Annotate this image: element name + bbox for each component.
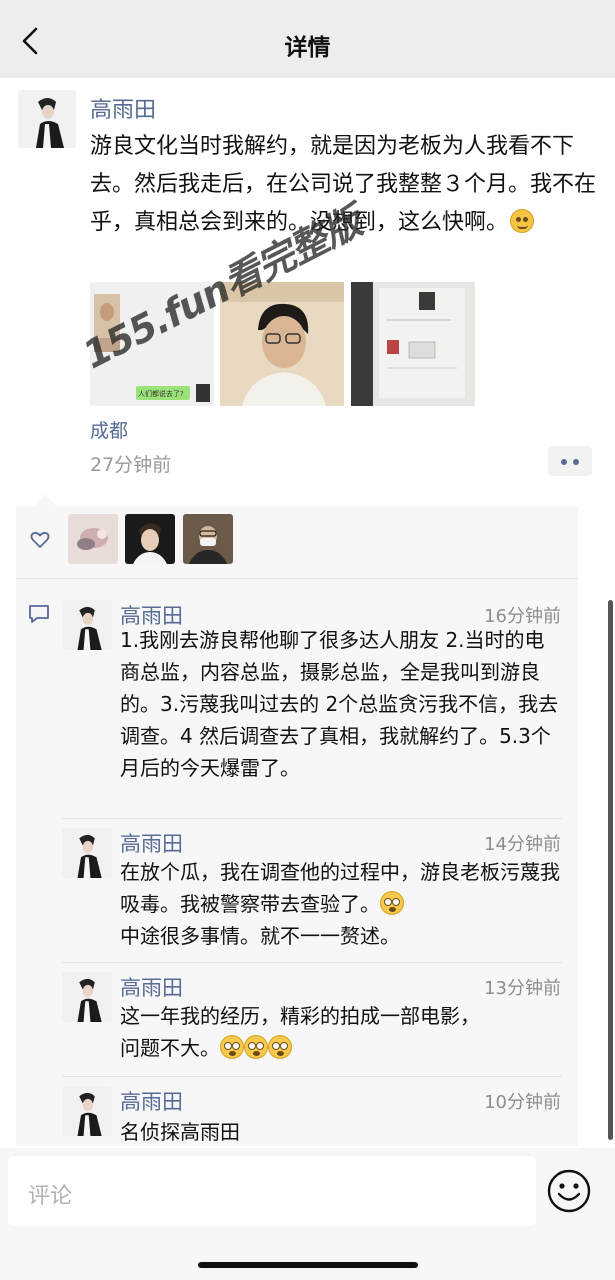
divider xyxy=(62,962,562,963)
scrollbar[interactable] xyxy=(608,600,613,1140)
post-author[interactable]: 高雨田 xyxy=(90,92,156,124)
comment-input[interactable]: 评论 xyxy=(8,1156,536,1226)
comment-bubble-icon xyxy=(29,605,49,623)
comment-time: 10分钟前 xyxy=(484,1092,561,1113)
yawn-emoji-icon xyxy=(380,891,404,915)
comment-text: 名侦探高雨田 xyxy=(120,1120,240,1144)
image-overlay-text: 人们都说去了? xyxy=(138,389,184,398)
comment-text: 这一年我的经历，精彩的拍成一部电影， 问题不大。 xyxy=(120,1000,560,1064)
comment-avatar[interactable] xyxy=(62,828,112,878)
comment-author[interactable]: 高雨田 xyxy=(120,1086,183,1116)
comment-text-b: 问题不大。 xyxy=(120,1036,220,1060)
post-time: 27分钟前 xyxy=(90,454,172,476)
comment-avatar[interactable] xyxy=(62,600,112,650)
like-avatar-3[interactable] xyxy=(183,514,233,564)
like-avatar-2[interactable] xyxy=(125,514,175,564)
home-indicator xyxy=(198,1262,418,1268)
comment-text: 1.我刚去游良帮他聊了很多达人朋友 2.当时的电商总监，内容总监，摄影总监，全是… xyxy=(120,628,559,780)
dizzy-emoji-icon xyxy=(268,1035,292,1059)
like-avatar-image xyxy=(125,514,175,564)
smirk-emoji-icon xyxy=(510,209,535,233)
dizzy-emoji-icon xyxy=(244,1035,268,1059)
like-avatar-image xyxy=(183,514,233,564)
comment-author[interactable]: 高雨田 xyxy=(120,828,183,858)
post-image-3[interactable] xyxy=(351,282,475,406)
comment-text-b: 中途很多事情。就不一一赘述。 xyxy=(120,924,400,948)
nav-bar: 详情 xyxy=(0,0,615,78)
avatar[interactable] xyxy=(18,90,76,148)
avatar-image xyxy=(62,828,112,878)
avatar-image xyxy=(62,972,112,1022)
divider xyxy=(62,818,562,819)
comment-text-a: 这一年我的经历，精彩的拍成一部电影， xyxy=(120,1004,480,1028)
heart-outline-icon xyxy=(30,531,50,548)
comment-area-pointer xyxy=(34,494,56,506)
more-options-button[interactable] xyxy=(548,446,592,476)
post-location[interactable]: 成都 xyxy=(90,416,128,443)
avatar-image xyxy=(62,1086,112,1136)
document-image xyxy=(351,282,475,406)
comment-avatar[interactable] xyxy=(62,972,112,1022)
avatar-image xyxy=(62,600,112,650)
comment-text-a: 在放个瓜，我在调查他的过程中，游良老板污蔑我吸毒。我被警察带去查验了。 xyxy=(120,860,560,916)
like-avatar-image xyxy=(68,514,118,564)
comment-author[interactable]: 高雨田 xyxy=(120,972,183,1002)
dizzy-emoji-icon xyxy=(220,1035,244,1059)
comment-time: 13分钟前 xyxy=(484,978,561,999)
divider xyxy=(62,1076,562,1077)
avatar-image xyxy=(18,90,76,148)
page-title: 详情 xyxy=(284,35,331,61)
like-avatar-1[interactable] xyxy=(68,514,118,564)
comment-time: 14分钟前 xyxy=(484,834,561,855)
comment-input-placeholder: 评论 xyxy=(28,1184,73,1209)
comment-avatar[interactable] xyxy=(62,1086,112,1136)
divider xyxy=(16,578,578,579)
smiley-icon[interactable] xyxy=(546,1168,592,1214)
comment-text: 在放个瓜，我在调查他的过程中，游良老板污蔑我吸毒。我被警察带去查验了。中途很多事… xyxy=(120,856,560,952)
